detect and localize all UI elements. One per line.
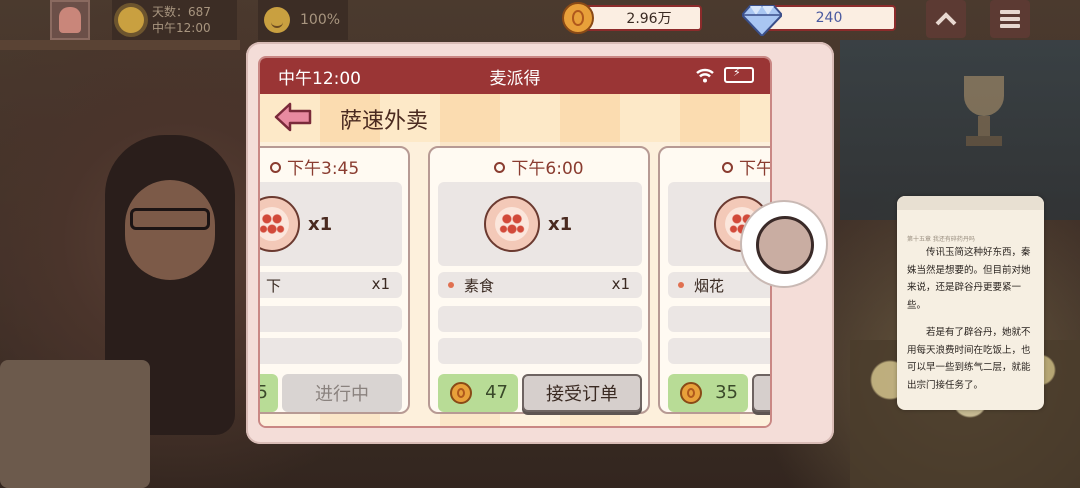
accept-order-button[interactable]: 接受订单 — [522, 374, 642, 412]
empty-item-row — [260, 338, 402, 364]
reward-value: 35 — [715, 382, 738, 403]
order-item-row: 下 x1 — [260, 272, 402, 298]
home-button-icon — [756, 216, 814, 274]
empty-item-row — [438, 306, 642, 332]
typewriter-prop — [0, 360, 150, 488]
clock-icon — [270, 162, 281, 173]
reward-value: 47 — [485, 382, 508, 403]
floating-home-button[interactable] — [742, 202, 826, 286]
coin-icon — [450, 382, 472, 404]
diamond-icon — [742, 5, 782, 36]
reading-overlay[interactable]: 第十五章 我还有碎药丹吗 传讯玉简这种好东西，秦姝当然是想要的。但目前对她来说，… — [897, 196, 1044, 410]
sun-icon — [118, 7, 144, 33]
empty-item-row — [668, 306, 770, 332]
order-item-row: 素食 x1 — [438, 272, 642, 298]
hamburger-menu-icon — [1000, 10, 1020, 28]
reader-top-bar — [897, 196, 1044, 210]
weather-panel[interactable]: 天数：687 中午12:00 — [112, 0, 237, 40]
clock-icon — [722, 162, 733, 173]
trophy-icon — [964, 76, 1004, 146]
order-item-name: 下 — [266, 277, 282, 295]
gem-value: 240 — [815, 10, 843, 26]
bullet-dot — [448, 282, 454, 288]
mood-value: 100% — [300, 12, 341, 28]
order-time: 下午3:45 — [287, 159, 360, 179]
collapse-up-button[interactable] — [926, 0, 966, 38]
empty-item-row — [668, 338, 770, 364]
coin-value: 2.96万 — [626, 11, 672, 27]
order-item-name: 素食 — [464, 277, 495, 295]
accept-order-button[interactable] — [752, 374, 770, 412]
order-item-count: x1 — [611, 275, 630, 293]
order-card[interactable]: 下午3:45 x1 下 x1 15 进行中 — [260, 146, 410, 414]
bullet-dot — [678, 282, 684, 288]
coin-icon — [680, 382, 702, 404]
game-time: 中午12:00 — [152, 21, 211, 35]
order-item-count: x1 — [371, 275, 390, 293]
in-progress-button[interactable]: 进行中 — [282, 374, 402, 412]
clock-icon — [494, 162, 506, 173]
character-glasses — [130, 208, 210, 230]
avatar-icon — [59, 7, 81, 33]
reward-badge: 35 — [668, 374, 748, 412]
gem-counter[interactable]: 240 — [742, 2, 900, 36]
background-shelf — [0, 40, 240, 50]
chevron-up-icon — [935, 12, 957, 26]
order-item-row: 烟花 — [668, 272, 770, 298]
chapter-header: 第十五章 我还有碎药丹吗 — [907, 236, 975, 243]
smiley-icon — [264, 7, 290, 33]
order-card[interactable]: 下午6:00 x1 素食 x1 47 接受订单 — [428, 146, 650, 414]
order-time: 下午 — [739, 159, 770, 179]
menu-button[interactable] — [990, 0, 1030, 38]
order-carousel[interactable]: 下午3:45 x1 下 x1 15 进行中 下午6:00 x1 素食 x1 — [260, 58, 770, 426]
pizza-icon — [260, 196, 300, 252]
order-time: 下午6:00 — [511, 159, 584, 179]
pizza-icon — [484, 196, 540, 252]
reader-paragraph: 传讯玉简这种好东西，秦姝当然是想要的。但目前对她来说，还是辟谷丹更要紧一些。 — [907, 247, 1031, 311]
player-avatar-button[interactable] — [50, 0, 90, 40]
empty-item-row — [260, 306, 402, 332]
character-face — [125, 180, 215, 280]
food-display: x1 — [438, 182, 642, 266]
reader-paragraph: 若是有了辟谷丹，她就不用每天浪费时间在吃饭上，也可以早一些到练气二层，就能出宗门… — [907, 327, 1031, 391]
mood-panel[interactable]: 100% — [258, 0, 348, 40]
order-item-name: 烟花 — [694, 277, 725, 295]
coin-counter[interactable]: 2.96万 — [562, 2, 704, 34]
reward-value: 15 — [260, 382, 268, 403]
food-quantity: x1 — [308, 214, 333, 235]
food-quantity: x1 — [548, 214, 573, 235]
day-counter: 天数：687 — [152, 5, 211, 19]
empty-item-row — [438, 338, 642, 364]
reward-badge: 15 — [260, 374, 278, 412]
food-display: x1 — [260, 182, 402, 266]
order-card[interactable]: 下午 烟花 35 — [658, 146, 770, 414]
coin-icon — [562, 2, 594, 34]
reward-badge: 47 — [438, 374, 518, 412]
